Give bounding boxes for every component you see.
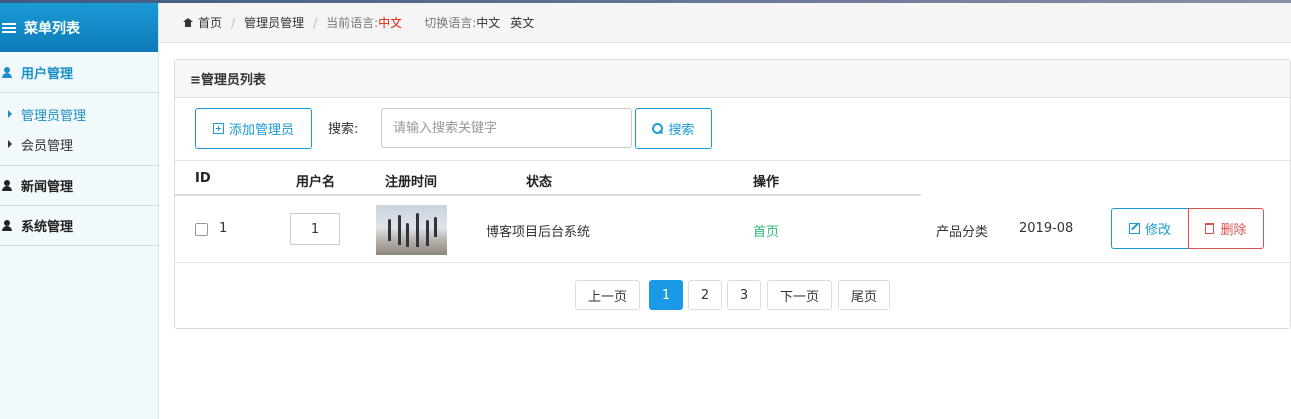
sidebar-section-label: 用户管理: [21, 66, 74, 82]
breadcrumb-current: 管理员管理: [244, 16, 305, 30]
home-icon: [183, 18, 193, 27]
user-icon: [2, 180, 12, 191]
sort-order-input[interactable]: [290, 213, 340, 245]
search-button-label: 搜索: [668, 123, 695, 138]
sidebar-item-member-management[interactable]: 会员管理: [0, 129, 158, 159]
sidebar-title: 菜单列表: [24, 20, 80, 37]
search-label: 搜索:: [328, 122, 359, 137]
search-input[interactable]: [381, 108, 632, 148]
menu-list-icon: [2, 22, 16, 33]
caret-right-icon: [8, 110, 12, 118]
admin-list-panel: ≡管理员列表 添加管理员 搜索: 搜索 ID 用户名 注册时间 状态 操作 1: [174, 59, 1291, 329]
current-language-value: 中文: [378, 16, 403, 30]
row-thumbnail-image: [376, 205, 447, 255]
breadcrumb-separator: /: [313, 15, 318, 30]
edit-icon: [1128, 223, 1140, 234]
row-link[interactable]: 首页: [753, 221, 779, 240]
toolbar: 添加管理员 搜索: 搜索: [175, 98, 1290, 161]
column-header-status: 状态: [526, 175, 553, 190]
sidebar: 菜单列表 用户管理 管理员管理 会员管理 新闻管理 系统管理: [0, 3, 159, 419]
trash-icon: [1205, 223, 1215, 234]
column-header-id: ID: [195, 171, 211, 186]
column-header-actions: 操作: [753, 175, 780, 190]
sidebar-header: 菜单列表: [0, 3, 158, 52]
pagination-page-3[interactable]: 3: [727, 280, 761, 310]
sidebar-section-label: 新闻管理: [21, 180, 74, 195]
language-option-english[interactable]: 英文: [510, 14, 534, 31]
switch-language-label: 切换语言:: [424, 16, 477, 30]
language-option-chinese[interactable]: 中文: [476, 14, 500, 31]
column-header-register-time: 注册时间: [385, 175, 438, 190]
column-header-username: 用户名: [296, 175, 336, 190]
delete-button[interactable]: 删除: [1188, 208, 1264, 249]
sidebar-item-label: 会员管理: [21, 138, 74, 154]
row-date: 2019-08: [1019, 221, 1074, 236]
search-icon: [652, 123, 664, 134]
sidebar-item-admin-management[interactable]: 管理员管理: [0, 99, 158, 129]
pagination-page-2[interactable]: 2: [688, 280, 722, 310]
pagination: 上一页 1 2 3 下一页 尾页: [175, 280, 1290, 310]
sidebar-item-label: 管理员管理: [21, 108, 87, 124]
add-admin-label: 添加管理员: [228, 123, 294, 138]
panel-title: ≡管理员列表: [175, 60, 1290, 98]
row-title: 博客项目后台系统: [486, 225, 591, 240]
sidebar-submenu: 管理员管理 会员管理: [0, 93, 158, 166]
row-category: 产品分类: [936, 225, 989, 240]
edit-button[interactable]: 修改: [1111, 208, 1189, 249]
user-icon: [2, 66, 12, 78]
table-row: 1 博客项目后台系统 首页 产品分类 2019-08 修改 删除: [175, 196, 1290, 263]
search-button[interactable]: 搜索: [635, 108, 712, 149]
sidebar-section-user-management[interactable]: 用户管理: [0, 52, 158, 93]
edit-button-label: 修改: [1144, 223, 1171, 238]
breadcrumb: 首页 / 管理员管理 / 当前语言: 中文 切换语言: 中文 英文: [159, 3, 1291, 43]
caret-right-icon: [8, 140, 12, 148]
current-language-label: 当前语言:: [326, 16, 379, 30]
sidebar-section-news-management[interactable]: 新闻管理: [0, 166, 158, 206]
delete-button-label: 删除: [1220, 223, 1247, 238]
table-header: ID 用户名 注册时间 状态 操作: [175, 161, 1290, 196]
pagination-page-1[interactable]: 1: [649, 280, 683, 310]
plus-square-icon: [212, 123, 224, 134]
pagination-prev[interactable]: 上一页: [575, 280, 640, 310]
sidebar-section-label: 系统管理: [21, 220, 74, 235]
sidebar-section-system-management[interactable]: 系统管理: [0, 206, 158, 246]
pagination-last[interactable]: 尾页: [838, 280, 890, 310]
breadcrumb-home-link[interactable]: 首页: [198, 14, 222, 31]
add-admin-button[interactable]: 添加管理员: [195, 108, 312, 149]
breadcrumb-separator: /: [231, 15, 236, 30]
row-id: 1: [219, 221, 228, 236]
pagination-next[interactable]: 下一页: [767, 280, 832, 310]
row-checkbox[interactable]: [195, 223, 208, 236]
user-icon: [2, 220, 12, 231]
